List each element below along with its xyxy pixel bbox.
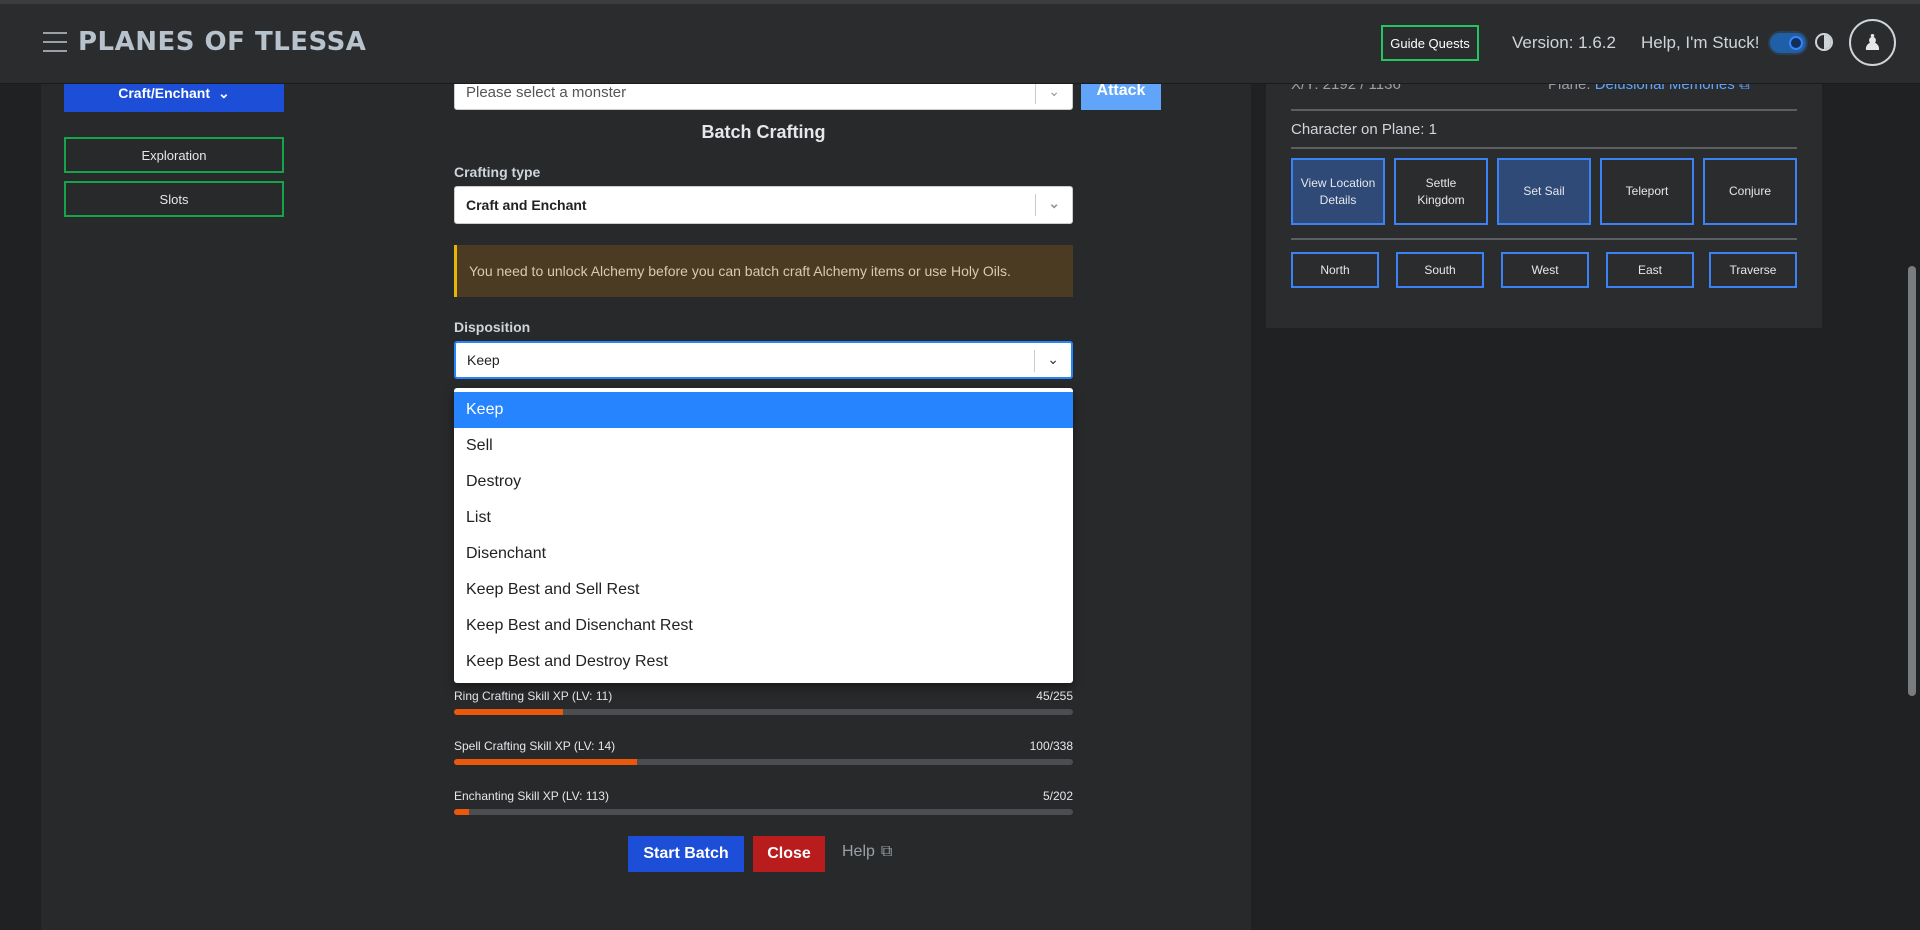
disposition-option-keep[interactable]: Keep	[454, 392, 1073, 428]
view-location-details-button[interactable]: View Location Details	[1291, 158, 1385, 225]
disposition-option-keep-best-disenchant-rest[interactable]: Keep Best and Disenchant Rest	[454, 608, 1073, 644]
disposition-option-disenchant[interactable]: Disenchant	[454, 536, 1073, 572]
settle-kingdom-button[interactable]: Settle Kingdom	[1394, 158, 1488, 225]
brand-title[interactable]: PLANES OF TLESSA	[78, 27, 366, 57]
disposition-label: Disposition	[454, 319, 531, 335]
alchemy-warning: You need to unlock Alchemy before you ca…	[454, 245, 1073, 297]
version-label: Version: 1.6.2	[1512, 33, 1616, 52]
craft-enchant-label: Craft/Enchant	[118, 85, 211, 101]
chevron-down-icon[interactable]: ⌄	[1047, 351, 1059, 368]
disposition-dropdown-menu: Keep Sell Destroy List Disenchant Keep B…	[454, 388, 1073, 683]
batch-crafting-title: Batch Crafting	[701, 122, 826, 142]
theme-toggle[interactable]	[1768, 31, 1808, 55]
disposition-option-keep-best-destroy-rest[interactable]: Keep Best and Destroy Rest	[454, 644, 1073, 680]
divider	[1291, 147, 1797, 149]
select-separator	[1035, 194, 1036, 216]
xp-value: 100/338	[1029, 739, 1073, 753]
xp-value: 45/255	[1036, 689, 1073, 703]
guide-quests-button[interactable]: Guide Quests	[1381, 25, 1479, 61]
hamburger-menu-icon[interactable]	[43, 32, 67, 52]
east-button[interactable]: East	[1606, 252, 1694, 288]
toggle-knob	[1789, 36, 1803, 50]
north-button[interactable]: North	[1291, 252, 1379, 288]
disposition-value[interactable]: Keep	[467, 352, 500, 368]
xp-bar-fill	[454, 759, 638, 765]
start-batch-button[interactable]: Start Batch	[628, 836, 744, 872]
xp-label: Ring Crafting Skill XP (LV: 11)	[454, 689, 613, 703]
select-separator	[1035, 82, 1036, 104]
slots-button[interactable]: Slots	[64, 181, 284, 217]
crafting-type-value: Craft and Enchant	[466, 197, 587, 213]
top-navbar: PLANES OF TLESSA Guide Quests Version: 1…	[0, 0, 1920, 84]
contrast-icon	[1815, 33, 1833, 51]
xp-label: Spell Crafting Skill XP (LV: 14)	[454, 739, 616, 753]
disposition-option-sell[interactable]: Sell	[454, 428, 1073, 464]
xp-bar-fill	[454, 709, 563, 715]
conjure-button[interactable]: Conjure	[1703, 158, 1797, 225]
chevron-down-icon: ⌄	[1048, 195, 1060, 211]
help-stuck-link[interactable]: Help, I'm Stuck!	[1641, 33, 1760, 53]
xp-bar-fill	[454, 809, 470, 815]
disposition-option-destroy[interactable]: Destroy	[454, 464, 1073, 500]
page-scrollbar[interactable]	[1908, 266, 1916, 696]
south-button[interactable]: South	[1396, 252, 1484, 288]
select-separator	[1034, 350, 1035, 372]
ring-crafting-xp: Ring Crafting Skill XP (LV: 11) 45/255	[454, 689, 1073, 715]
xp-bar	[454, 759, 1073, 765]
close-button[interactable]: Close	[753, 836, 825, 872]
chevron-down-icon: ⌄	[218, 84, 230, 101]
xp-bar	[454, 709, 1073, 715]
west-button[interactable]: West	[1501, 252, 1589, 288]
profile-avatar-icon[interactable]: ♟	[1849, 19, 1896, 66]
character-on-plane: Character on Plane: 1	[1291, 121, 1437, 138]
help-link[interactable]: Help ⧉	[842, 843, 892, 861]
exploration-button[interactable]: Exploration	[64, 137, 284, 173]
monster-select-placeholder: Please select a monster	[466, 83, 627, 101]
disposition-option-keep-best-sell-rest[interactable]: Keep Best and Sell Rest	[454, 572, 1073, 608]
spell-crafting-xp: Spell Crafting Skill XP (LV: 14) 100/338	[454, 739, 1073, 765]
window-top-strip	[0, 0, 1920, 4]
xp-bar	[454, 809, 1073, 815]
teleport-button[interactable]: Teleport	[1600, 158, 1694, 225]
help-label: Help	[842, 843, 875, 860]
enchanting-xp: Enchanting Skill XP (LV: 113) 5/202	[454, 789, 1073, 815]
traverse-button[interactable]: Traverse	[1709, 252, 1797, 288]
crafting-type-select[interactable]: Craft and Enchant ⌄	[454, 186, 1073, 224]
divider	[1291, 238, 1797, 240]
disposition-select[interactable]: Keep ⌄	[454, 341, 1073, 379]
xp-value: 5/202	[1042, 789, 1073, 803]
xp-label: Enchanting Skill XP (LV: 113)	[454, 789, 609, 803]
chevron-down-icon: ⌄	[1048, 83, 1060, 99]
crafting-type-label: Crafting type	[454, 164, 541, 180]
divider	[1291, 109, 1797, 111]
disposition-option-list[interactable]: List	[454, 500, 1073, 536]
external-link-icon: ⧉	[880, 843, 893, 860]
set-sail-button[interactable]: Set Sail	[1497, 158, 1591, 225]
